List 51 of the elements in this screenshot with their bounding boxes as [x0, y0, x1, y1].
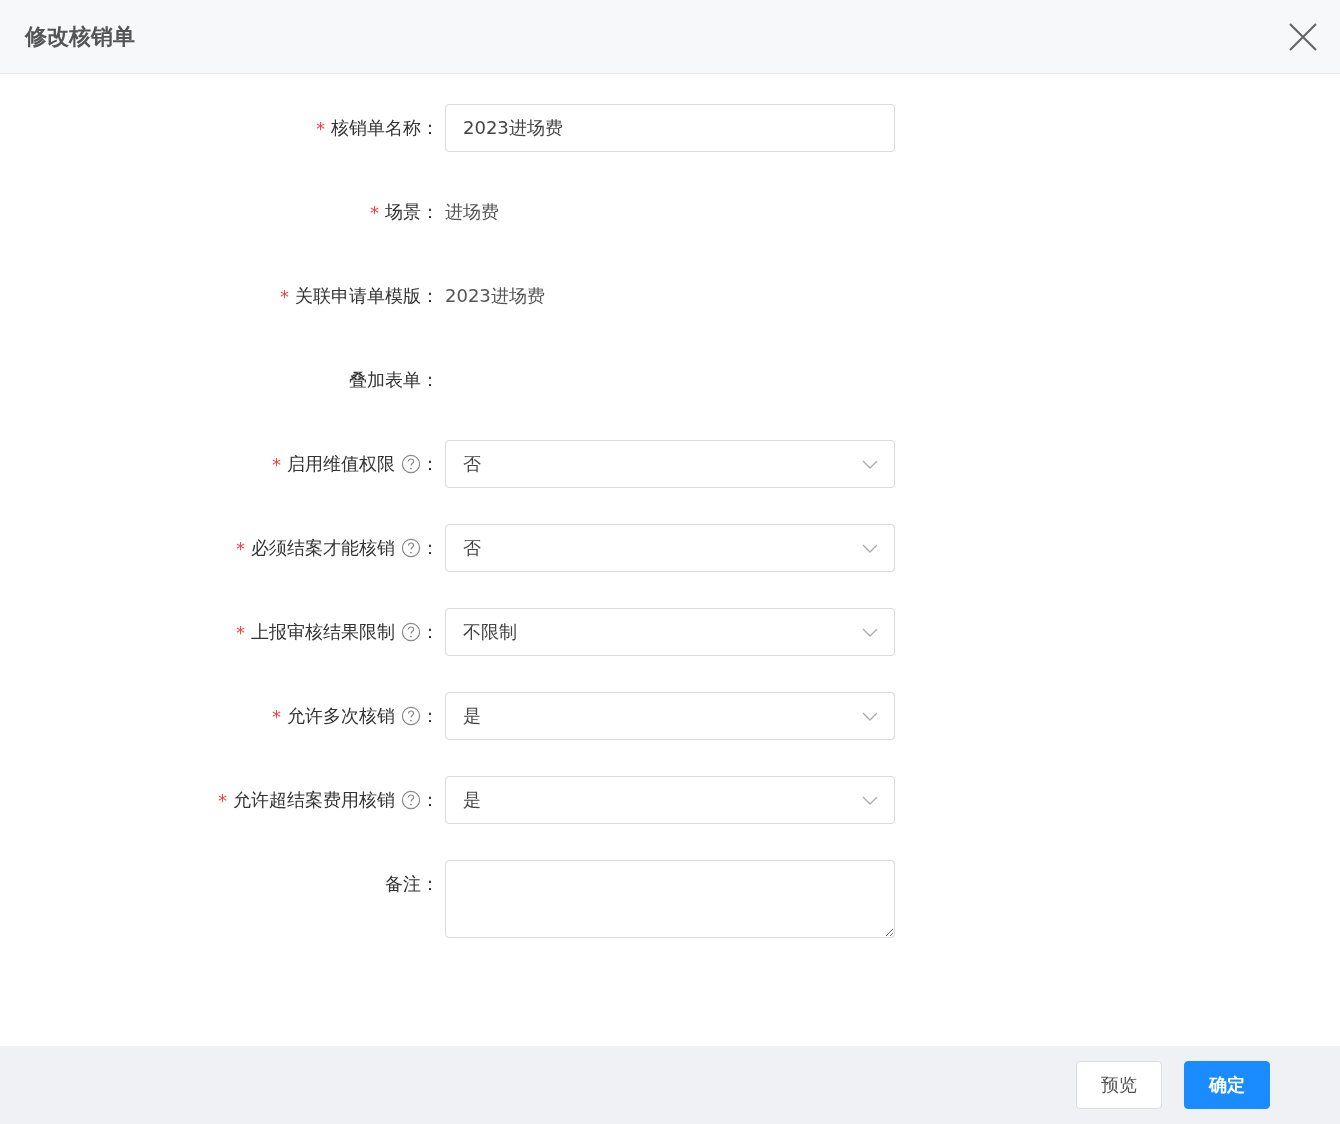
colon: ：: [421, 284, 433, 308]
chevron-down-icon: [862, 459, 878, 469]
help-icon: [401, 622, 421, 642]
chevron-down-icon: [862, 711, 878, 721]
required-mark: *: [236, 537, 245, 559]
colon: ：: [421, 620, 433, 644]
field-label: 备注: [385, 872, 421, 896]
field-label: 叠加表单: [349, 368, 421, 392]
field-label: 允许超结案费用核销: [233, 788, 395, 812]
required-mark: *: [280, 285, 289, 307]
colon: ：: [421, 704, 433, 728]
required-mark: *: [272, 705, 281, 727]
field-label: 上报审核结果限制: [251, 620, 395, 644]
input-field[interactable]: 2023进场费: [445, 104, 895, 152]
select-field[interactable]: 否: [445, 524, 895, 572]
select-field[interactable]: 不限制: [445, 608, 895, 656]
colon: ：: [421, 200, 433, 224]
colon: ：: [421, 368, 433, 392]
preview-button[interactable]: 预览: [1076, 1061, 1162, 1109]
help-icon: [401, 454, 421, 474]
colon: ：: [421, 452, 433, 476]
field-value: 进场费: [445, 201, 499, 222]
field-label: 必须结案才能核销: [251, 536, 395, 560]
dialog-title: 修改核销单: [25, 22, 135, 51]
select-field[interactable]: 是: [445, 692, 895, 740]
select-field[interactable]: 是: [445, 776, 895, 824]
colon: ：: [421, 872, 433, 896]
colon: ：: [421, 788, 433, 812]
chevron-down-icon: [862, 795, 878, 805]
field-label: 场景: [385, 200, 421, 224]
required-mark: *: [236, 621, 245, 643]
required-mark: *: [370, 201, 379, 223]
chevron-down-icon: [862, 627, 878, 637]
chevron-down-icon: [862, 543, 878, 553]
textarea-field[interactable]: [445, 860, 895, 938]
colon: ：: [421, 116, 433, 140]
colon: ：: [421, 536, 433, 560]
close-button[interactable]: [1288, 21, 1318, 52]
select-field[interactable]: 否: [445, 440, 895, 488]
field-label: 关联申请单模版: [295, 284, 421, 308]
field-label: 启用维值权限: [287, 452, 395, 476]
field-value: 2023进场费: [445, 285, 545, 306]
help-icon: [401, 538, 421, 558]
required-mark: *: [272, 453, 281, 475]
field-label: 允许多次核销: [287, 704, 395, 728]
close-icon: [1288, 21, 1318, 52]
required-mark: *: [218, 789, 227, 811]
help-icon: [401, 790, 421, 810]
required-mark: *: [316, 117, 325, 139]
help-icon: [401, 706, 421, 726]
field-label: 核销单名称: [331, 116, 421, 140]
